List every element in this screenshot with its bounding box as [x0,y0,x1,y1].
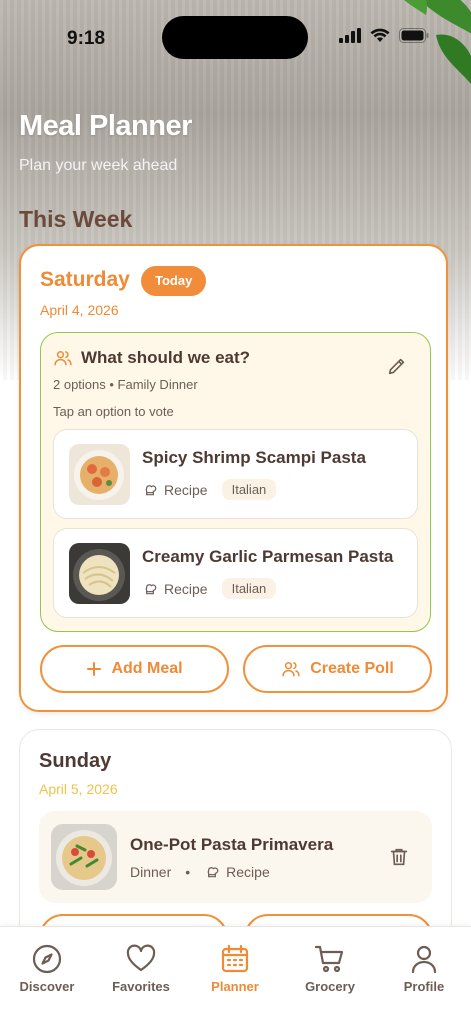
meal-name: One-Pot Pasta Primavera [130,835,334,854]
heart-icon [126,944,156,972]
chef-hat-icon [145,583,157,594]
recipe-thumbnail [69,444,130,505]
tab-profile[interactable]: Profile [377,943,471,994]
tab-label: Favorites [112,979,170,994]
recipe-label: Recipe [226,864,270,880]
poll-option[interactable]: Creamy Garlic Parmesan Pasta Recipe Ital… [53,528,418,618]
person-icon [411,945,437,974]
day-card-saturday: Saturday Today April 4, 2026 What should… [19,244,448,712]
dynamic-island [162,16,308,59]
cart-icon [314,945,344,973]
day-date: April 4, 2026 [40,302,119,318]
plus-icon [87,662,102,676]
poll-option[interactable]: Spicy Shrimp Scampi Pasta Recipe Italian [53,429,418,519]
tab-bar: Discover Favorites Planner Grocery Profi… [0,926,471,1025]
create-poll-label: Create Poll [310,660,394,677]
meta-separator: • [185,864,191,880]
chef-hat-icon [207,867,219,878]
people-icon [282,662,300,677]
day-date: April 5, 2026 [39,781,118,797]
recipe-thumbnail [51,824,117,890]
battery-icon [399,28,429,43]
tab-grocery[interactable]: Grocery [283,943,377,994]
today-badge: Today [141,266,207,296]
chef-hat-icon [145,484,157,495]
option-name: Spicy Shrimp Scampi Pasta [142,448,366,467]
poll-meta: 2 options • Family Dinner [53,377,198,392]
compass-icon [32,944,62,974]
planned-meal[interactable]: One-Pot Pasta Primavera Dinner • Recipe [39,811,432,903]
day-name: Saturday [40,268,130,291]
tab-label: Profile [403,979,445,994]
option-name: Creamy Garlic Parmesan Pasta [142,547,394,566]
status-bar: 9:18 [0,0,471,76]
tab-favorites[interactable]: Favorites [94,943,188,994]
edit-pencil-icon[interactable] [386,355,408,377]
cuisine-tag: Italian [221,578,277,599]
option-type: Recipe [164,481,208,498]
tab-discover[interactable]: Discover [0,943,94,994]
trash-icon[interactable] [388,846,410,868]
calendar-icon [221,944,249,973]
recipe-thumbnail [69,543,130,604]
clock: 9:18 [67,28,106,49]
meal-meta: Dinner • Recipe [130,864,270,880]
poll-hint: Tap an option to vote [53,404,174,419]
meal-type: Dinner [130,864,172,880]
add-meal-button[interactable]: Add Meal [40,645,229,693]
cuisine-tag: Italian [221,479,277,500]
day-name: Sunday [39,750,112,772]
option-meta: Recipe Italian [142,479,277,500]
meal-poll: What should we eat? 2 options • Family D… [40,332,431,632]
create-poll-button[interactable]: Create Poll [243,645,432,693]
status-icons [339,28,429,43]
option-type: Recipe [164,580,208,597]
option-meta: Recipe Italian [142,578,277,599]
poll-title: What should we eat? [81,348,251,367]
tab-label: Planner [211,979,259,994]
tab-label: Discover [19,979,75,994]
people-icon [54,351,72,366]
tab-label: Grocery [305,979,355,994]
section-title: This Week [19,206,133,232]
page-subtitle: Plan your week ahead [19,157,178,174]
page-title: Meal Planner [19,110,192,142]
signal-icon [339,28,361,43]
tab-planner[interactable]: Planner [188,943,282,994]
wifi-icon [370,28,390,42]
add-meal-label: Add Meal [111,660,183,677]
